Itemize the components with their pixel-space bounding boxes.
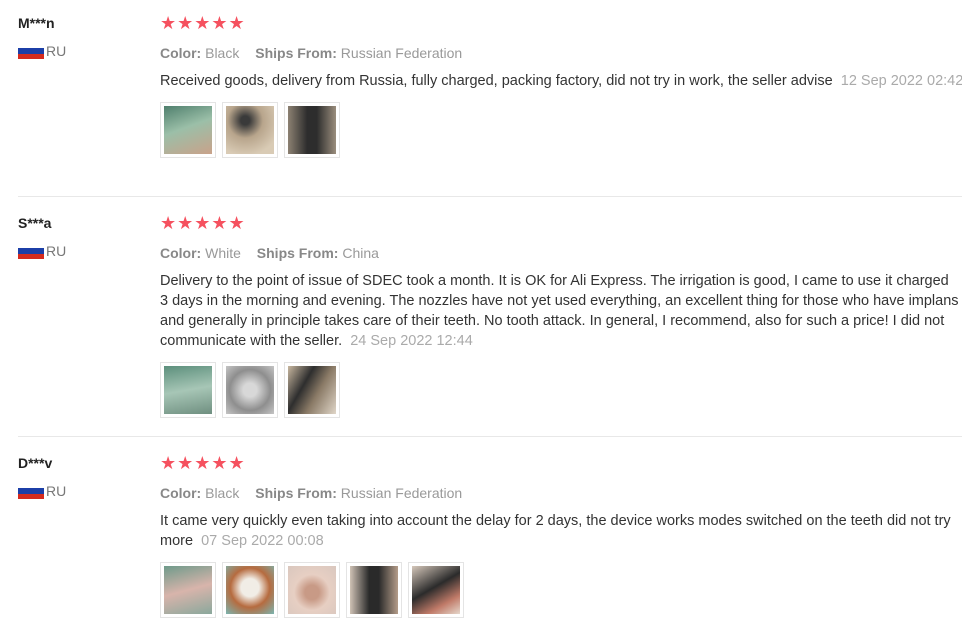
review-photo-thumbnail[interactable] — [284, 102, 340, 158]
country-code: RU — [46, 243, 67, 259]
color-value: Black — [205, 45, 240, 61]
review-photo-thumbnail[interactable] — [284, 362, 340, 418]
review-photo-thumbnail[interactable] — [222, 362, 278, 418]
review-photos — [160, 562, 962, 618]
ships-from-value: Russian Federation — [340, 485, 463, 501]
russia-flag-icon — [18, 43, 44, 59]
reviewer-info: D***v RU — [18, 454, 148, 500]
color-label: Color: — [160, 485, 202, 501]
review-date: 07 Sep 2022 00:08 — [201, 533, 324, 549]
ships-from-label: Ships From: — [255, 485, 337, 501]
review-divider — [18, 436, 962, 437]
review-photos — [160, 102, 962, 158]
reviewer-country: RU — [18, 242, 148, 260]
review-body: Received goods, delivery from Russia, fu… — [160, 73, 833, 89]
review-photo-thumbnail[interactable] — [346, 562, 402, 618]
review-body: Delivery to the point of issue of SDEC t… — [160, 273, 959, 349]
star-rating: ★★★★★ — [160, 453, 246, 473]
reviewer-name: D***v — [18, 455, 53, 471]
review-photo-thumbnail[interactable] — [408, 562, 464, 618]
reviewer-info: M***n RU — [18, 14, 148, 60]
ships-from-label: Ships From: — [256, 245, 339, 261]
review-date: 12 Sep 2022 02:42 — [840, 73, 962, 89]
color-value: Black — [205, 485, 240, 501]
ships-from-value: China — [342, 245, 379, 261]
review-text: Delivery to the point of issue of SDEC t… — [160, 271, 960, 351]
reviewer-name: M***n — [18, 15, 55, 31]
review-meta: Color: Black Ships From: Russian Federat… — [160, 484, 962, 502]
reviewer-country: RU — [18, 482, 148, 500]
ships-from-label: Ships From: — [255, 45, 337, 61]
reviewer-country: RU — [18, 42, 148, 60]
country-code: RU — [46, 43, 67, 59]
color-value: White — [205, 245, 241, 261]
review-text: Received goods, delivery from Russia, fu… — [160, 71, 962, 91]
review-content: ★★★★★ Color: White Ships From: China Del… — [160, 214, 962, 418]
russia-flag-icon — [18, 483, 44, 499]
review-photo-thumbnail[interactable] — [284, 562, 340, 618]
color-label: Color: — [160, 45, 202, 61]
review-text: It came very quickly even taking into ac… — [160, 511, 955, 551]
review-date: 24 Sep 2022 12:44 — [350, 333, 473, 349]
reviewer-name: S***a — [18, 215, 52, 231]
review-photo-thumbnail[interactable] — [160, 102, 216, 158]
review-photo-thumbnail[interactable] — [222, 102, 278, 158]
review-photo-thumbnail[interactable] — [160, 562, 216, 618]
ships-from-value: Russian Federation — [340, 45, 463, 61]
review-photo-thumbnail[interactable] — [160, 362, 216, 418]
color-label: Color: — [160, 245, 202, 261]
review-content: ★★★★★ Color: Black Ships From: Russian F… — [160, 14, 962, 158]
review-meta: Color: Black Ships From: Russian Federat… — [160, 44, 962, 62]
russia-flag-icon — [18, 243, 44, 259]
reviewer-info: S***a RU — [18, 214, 148, 260]
review-photos — [160, 362, 962, 418]
star-rating: ★★★★★ — [160, 13, 246, 33]
review-meta: Color: White Ships From: China — [160, 244, 962, 262]
review-photo-thumbnail[interactable] — [222, 562, 278, 618]
country-code: RU — [46, 483, 67, 499]
review-divider — [18, 196, 962, 197]
review-content: ★★★★★ Color: Black Ships From: Russian F… — [160, 454, 962, 618]
star-rating: ★★★★★ — [160, 213, 246, 233]
